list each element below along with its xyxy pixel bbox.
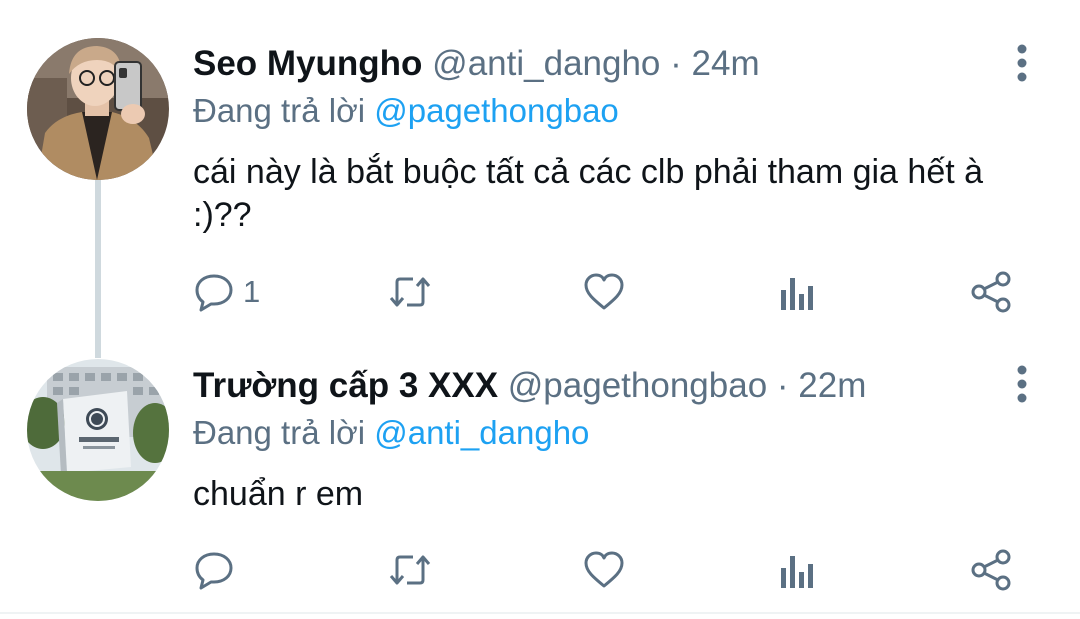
reply-mention-link[interactable]: @anti_dangho [374, 414, 589, 451]
analytics-button[interactable] [778, 545, 816, 595]
tweet[interactable]: Seo Myungho @anti_dangho · 24m Đang trả … [0, 0, 1080, 358]
separator: · [670, 44, 682, 83]
like-button[interactable] [583, 267, 625, 317]
handle[interactable]: @anti_dangho [432, 44, 660, 83]
tweet-header: Seo Myungho @anti_dangho · 24m [193, 44, 760, 84]
reply-prefix: Đang trả lời [193, 92, 366, 129]
share-icon [971, 271, 1011, 313]
share-button[interactable] [970, 545, 1012, 595]
replying-to: Đang trả lời @anti_dangho [193, 413, 589, 453]
display-name[interactable]: Trường cấp 3 XXX [193, 366, 498, 405]
timestamp[interactable]: 22m [798, 366, 866, 405]
analytics-button[interactable] [778, 267, 816, 317]
heart-icon [584, 273, 624, 310]
tweet-header: Trường cấp 3 XXX @pagethongbao · 22m [193, 366, 866, 406]
like-button[interactable] [583, 545, 625, 595]
tweet[interactable]: Trường cấp 3 XXX @pagethongbao · 22m Đan… [0, 342, 1080, 612]
reply-count: 1 [243, 274, 261, 309]
tweet-text: cái này là bắt buộc tất cả các clb phải … [193, 153, 984, 234]
separator: · [776, 366, 789, 405]
reply-prefix: Đang trả lời [193, 414, 366, 451]
reply-icon [195, 552, 233, 590]
action-bar: 1 [0, 267, 1080, 317]
share-button[interactable] [970, 267, 1012, 317]
reply-button[interactable] [193, 545, 243, 595]
handle[interactable]: @pagethongbao [508, 366, 767, 405]
reply-button[interactable]: 1 [193, 267, 260, 317]
tweet-text: chuẩn r em [193, 475, 364, 513]
more-button[interactable] [1002, 38, 1042, 88]
avatar-photo [27, 38, 169, 180]
share-icon [971, 549, 1011, 591]
more-button[interactable] [1002, 359, 1042, 409]
timestamp[interactable]: 24m [692, 44, 760, 83]
analytics-icon [781, 556, 813, 588]
retweet-icon [389, 277, 431, 307]
retweet-button[interactable] [387, 545, 433, 595]
replying-to: Đang trả lời @pagethongbao [193, 91, 619, 131]
more-vertical-icon [1017, 44, 1027, 82]
reply-icon [195, 274, 233, 312]
display-name[interactable]: Seo Myungho [193, 44, 422, 83]
more-vertical-icon [1017, 365, 1027, 403]
divider [0, 612, 1080, 614]
retweet-button[interactable] [387, 267, 433, 317]
action-bar [0, 545, 1080, 595]
avatar[interactable] [27, 359, 169, 501]
avatar[interactable] [27, 38, 169, 180]
analytics-icon [781, 278, 813, 310]
reply-mention-link[interactable]: @pagethongbao [374, 92, 619, 129]
avatar-photo [27, 359, 169, 501]
heart-icon [584, 551, 624, 588]
retweet-icon [389, 555, 431, 585]
